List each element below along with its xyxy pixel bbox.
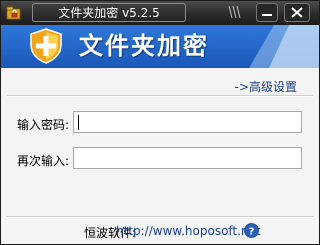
close-button[interactable] — [284, 3, 310, 22]
banner-decoration — [249, 25, 319, 68]
password-label: 输入密码: — [17, 118, 70, 132]
password-input[interactable] — [73, 111, 302, 133]
company-website-link[interactable]: http://www.hoposoft.net — [116, 224, 261, 238]
divider — [7, 95, 313, 97]
advanced-settings-link[interactable]: ->高级设置 — [235, 78, 297, 95]
banner-title: 文件夹加密 — [79, 32, 209, 60]
minimize-button[interactable] — [256, 3, 278, 22]
text-caret — [78, 115, 79, 130]
header-banner: 文件夹加密 — [1, 25, 319, 68]
svg-text:?: ? — [249, 227, 255, 238]
confirm-password-input[interactable] — [73, 147, 302, 169]
confirm-password-label: 再次输入: — [17, 154, 70, 168]
window-title: 文件夹加密 v5.2.5 — [32, 3, 186, 22]
question-icon[interactable]: ? — [244, 223, 259, 238]
title-decoration — [228, 5, 241, 19]
title-bar[interactable]: 文件夹加密 v5.2.5 — [1, 1, 319, 25]
app-window: 文件夹加密 v5.2.5 文件夹加密 ->高级设置 输入密码: 再次输入: 恒波… — [0, 0, 320, 245]
app-folder-icon — [6, 6, 21, 20]
footer-divider — [7, 216, 313, 218]
shield-icon — [30, 28, 62, 64]
